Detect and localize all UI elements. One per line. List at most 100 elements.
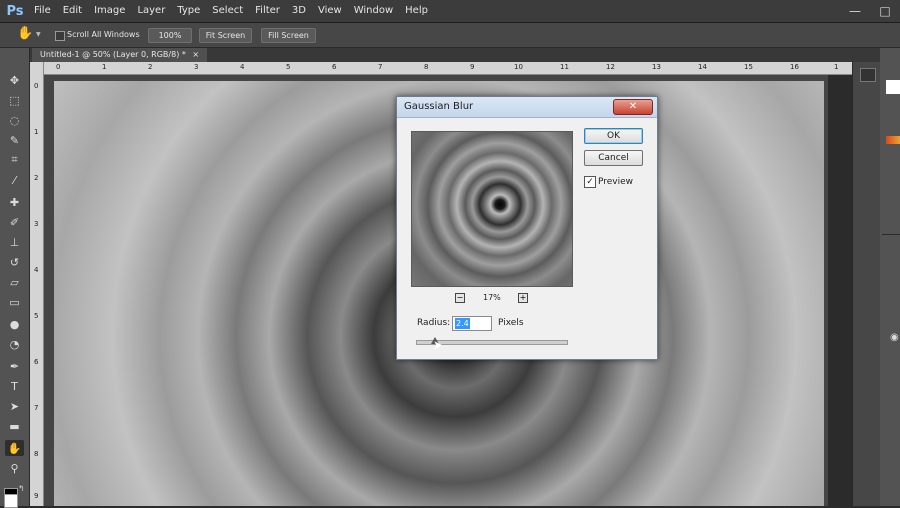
document-tab-bar: Untitled-1 @ 50% (Layer 0, RGB/8) * ×	[30, 48, 880, 62]
ruler-tick: 9	[470, 63, 475, 71]
zoom-in-button[interactable]: +	[518, 293, 528, 303]
dialog-title: Gaussian Blur	[404, 101, 474, 112]
zoom-out-button[interactable]: −	[455, 293, 465, 303]
menu-file[interactable]: File	[28, 0, 57, 22]
zoom-tool-icon[interactable]: ⚲	[5, 460, 24, 476]
document-tab-label: Untitled-1 @ 50% (Layer 0, RGB/8) *	[40, 50, 186, 59]
menu-help[interactable]: Help	[399, 0, 434, 22]
gradient-tool-icon[interactable]: ▭	[5, 294, 24, 310]
options-bar: ✋ ▼ Scroll All Windows 100% Fit Screen F…	[0, 23, 900, 48]
quick-select-tool-icon[interactable]: ✎	[5, 132, 24, 148]
crop-tool-icon[interactable]: ⌗	[5, 152, 24, 168]
zoom-100-button[interactable]: 100%	[148, 28, 192, 43]
right-panels: ◉	[880, 48, 900, 506]
stamp-tool-icon[interactable]: ⊥	[5, 234, 24, 250]
close-dialog-button[interactable]: ✕	[613, 99, 653, 115]
panel-icon[interactable]	[860, 68, 876, 82]
menu-window[interactable]: Window	[348, 0, 399, 22]
eyedropper-tool-icon[interactable]: ⁄	[5, 172, 24, 188]
healing-brush-tool-icon[interactable]: ✚	[5, 194, 24, 210]
preview-image[interactable]	[411, 131, 573, 287]
menu-filter[interactable]: Filter	[249, 0, 286, 22]
units-label: Pixels	[498, 318, 524, 328]
ruler-tick: 3	[194, 63, 199, 71]
ruler-tick: 6	[34, 358, 39, 366]
ruler-tick: 4	[34, 266, 39, 274]
hand-tool-icon[interactable]: ✋	[5, 440, 24, 456]
ruler-tick: 16	[790, 63, 799, 71]
preview-label: Preview	[598, 177, 634, 187]
ruler-tick: 1	[34, 128, 39, 136]
menu-edit[interactable]: Edit	[57, 0, 88, 22]
ruler-tick: 8	[34, 450, 39, 458]
scroll-all-windows-label: Scroll All Windows	[67, 30, 140, 39]
radius-label: Radius:	[417, 318, 451, 328]
ruler-tick: 10	[514, 63, 523, 71]
ruler-tick: 12	[606, 63, 615, 71]
marquee-tool-icon[interactable]: ⬚	[5, 92, 24, 108]
menu-type[interactable]: Type	[171, 0, 206, 22]
ruler-tick: 2	[148, 63, 153, 71]
ruler-tick: 5	[34, 312, 39, 320]
ok-button[interactable]: OK	[584, 128, 643, 144]
hand-tool-icon[interactable]: ✋	[17, 26, 33, 41]
photoshop-logo-icon: Ps	[6, 3, 24, 19]
panel-divider	[882, 234, 900, 235]
dodge-tool-icon[interactable]: ◔	[5, 336, 24, 352]
type-tool-icon[interactable]: T	[5, 378, 24, 394]
color-swatch[interactable]	[886, 80, 900, 94]
ruler-tick: 1	[102, 63, 107, 71]
ruler-tick: 3	[34, 220, 39, 228]
ruler-tick: 7	[378, 63, 383, 71]
blur-tool-icon[interactable]: ●	[5, 316, 24, 332]
scroll-all-windows-checkbox[interactable]	[55, 31, 65, 41]
radius-input[interactable]: 2.4	[452, 316, 492, 331]
ruler-left: 0 1 2 3 4 5 6 7 8 9	[30, 62, 44, 506]
pen-tool-icon[interactable]: ✒	[5, 358, 24, 374]
ruler-tick: 8	[424, 63, 429, 71]
minimize-icon[interactable]: —	[840, 0, 870, 22]
ruler-tick: 9	[34, 492, 39, 500]
ruler-tick: 7	[34, 404, 39, 412]
document-tab[interactable]: Untitled-1 @ 50% (Layer 0, RGB/8) * ×	[32, 48, 208, 62]
maximize-icon[interactable]: □	[870, 0, 900, 22]
ruler-tick: 2	[34, 174, 39, 182]
menu-3d[interactable]: 3D	[286, 0, 312, 22]
swatches-strip[interactable]	[886, 136, 900, 144]
dialog-title-bar[interactable]: Gaussian Blur ✕	[397, 97, 657, 118]
gaussian-blur-dialog: Gaussian Blur ✕ − 17% + OK Cancel ✓ Prev…	[396, 96, 658, 360]
ruler-tick: 15	[744, 63, 753, 71]
lasso-tool-icon[interactable]: ◌	[5, 112, 24, 128]
eye-icon[interactable]: ◉	[890, 332, 899, 343]
mouse-cursor-icon: ➤	[433, 338, 444, 352]
panel-icon-strip	[852, 62, 881, 506]
move-tool-icon[interactable]: ✥	[5, 72, 24, 88]
ruler-tick: 1	[834, 63, 839, 71]
zoom-level: 17%	[483, 293, 501, 302]
chevron-down-icon[interactable]: ▼	[36, 31, 41, 38]
preview-checkbox[interactable]: ✓	[584, 176, 596, 188]
ruler-tick: 4	[240, 63, 245, 71]
ruler-tick: 0	[34, 82, 39, 90]
close-tab-icon[interactable]: ×	[192, 50, 199, 59]
menu-layer[interactable]: Layer	[131, 0, 171, 22]
history-brush-tool-icon[interactable]: ↺	[5, 254, 24, 270]
fit-screen-button[interactable]: Fit Screen	[199, 28, 252, 43]
ruler-tick: 0	[56, 63, 61, 71]
ruler-tick: 14	[698, 63, 707, 71]
ruler-tick: 6	[332, 63, 337, 71]
shape-tool-icon[interactable]: ▬	[5, 418, 24, 434]
path-select-tool-icon[interactable]: ➤	[5, 398, 24, 414]
cancel-button[interactable]: Cancel	[584, 150, 643, 166]
fill-screen-button[interactable]: Fill Screen	[261, 28, 316, 43]
menu-image[interactable]: Image	[88, 0, 131, 22]
menu-bar: Ps File Edit Image Layer Type Select Fil…	[0, 0, 900, 23]
eraser-tool-icon[interactable]: ▱	[5, 274, 24, 290]
swap-colors-icon[interactable]: ↰	[18, 484, 25, 493]
ruler-tick: 5	[286, 63, 291, 71]
menu-select[interactable]: Select	[206, 0, 249, 22]
radius-value: 2.4	[455, 318, 470, 329]
brush-tool-icon[interactable]: ✐	[5, 214, 24, 230]
menu-view[interactable]: View	[312, 0, 348, 22]
ruler-tick: 13	[652, 63, 661, 71]
